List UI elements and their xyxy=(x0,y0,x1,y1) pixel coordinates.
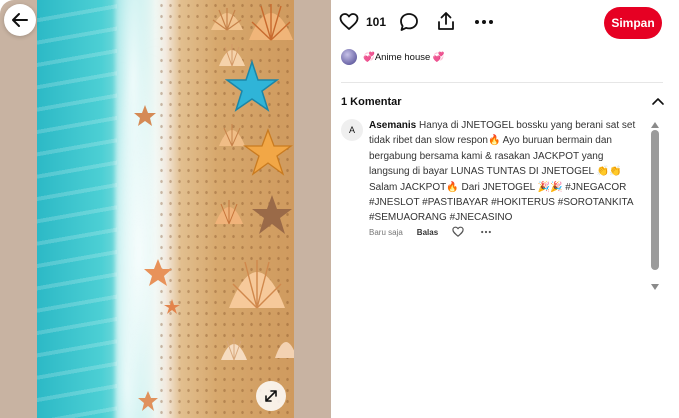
seashell xyxy=(213,196,245,226)
ellipsis-icon xyxy=(475,20,493,24)
like-button[interactable] xyxy=(339,12,359,32)
board-link[interactable]: 💞Anime house 💞 xyxy=(341,48,445,66)
collapse-comments-button[interactable] xyxy=(651,94,665,106)
seashell xyxy=(209,4,245,32)
orange-starfish xyxy=(243,128,293,178)
comment-timestamp: Baru saja xyxy=(369,227,403,237)
water-texture xyxy=(37,0,117,418)
comment-meta: Baru saja Balas xyxy=(369,226,492,238)
comment-more-button[interactable] xyxy=(480,226,492,238)
expand-diagonal-icon xyxy=(265,390,277,402)
pin-image-panel xyxy=(0,0,331,418)
comment-text: Hanya di JNETOGEL bossku yang berani sat… xyxy=(369,120,636,224)
ellipsis-icon xyxy=(481,230,492,234)
bottom-starfish xyxy=(137,390,159,412)
arrow-left-icon xyxy=(12,13,28,27)
share-icon xyxy=(438,12,454,30)
small-orange-starfish xyxy=(143,258,173,288)
save-button[interactable]: Simpan xyxy=(604,7,662,39)
comments-header[interactable]: 1 Komentar xyxy=(341,92,665,108)
large-seashell xyxy=(227,254,287,310)
scroll-down-arrow[interactable] xyxy=(650,278,660,290)
seashell xyxy=(273,332,294,360)
comments-title: 1 Komentar xyxy=(341,96,402,108)
scrollbar-thumb[interactable] xyxy=(651,130,659,270)
divider xyxy=(341,82,663,83)
reply-button[interactable]: Balas xyxy=(417,228,438,237)
action-bar: 101 Simpan xyxy=(331,0,679,44)
avatar[interactable]: A xyxy=(341,119,363,141)
board-name[interactable]: 💞Anime house 💞 xyxy=(363,52,445,63)
seashell xyxy=(247,0,294,42)
comment-body: Asemanis Hanya di JNETOGEL bossku yang b… xyxy=(369,118,637,226)
pin-detail-panel: 101 Simpan 💞Anime house 💞 1 Komentar A A… xyxy=(331,0,679,418)
blue-starfish xyxy=(225,60,279,114)
heart-icon xyxy=(339,13,359,30)
board-avatar[interactable] xyxy=(341,49,357,65)
small-starfish xyxy=(133,104,157,128)
more-options-button[interactable] xyxy=(473,12,495,32)
seashell xyxy=(219,334,249,362)
pin-image[interactable] xyxy=(37,0,294,418)
like-count: 101 xyxy=(366,15,387,29)
speech-bubble-icon xyxy=(400,13,418,31)
triangle-up-icon xyxy=(651,122,659,128)
back-button[interactable] xyxy=(4,4,36,36)
brown-starfish xyxy=(251,194,293,236)
comment-author[interactable]: Asemanis xyxy=(369,120,416,131)
chevron-up-icon xyxy=(652,98,664,105)
heart-icon xyxy=(452,226,464,237)
comment-like-button[interactable] xyxy=(452,226,464,238)
share-button[interactable] xyxy=(436,11,456,31)
scroll-up-arrow[interactable] xyxy=(650,116,660,128)
comment-button[interactable] xyxy=(399,12,419,32)
triangle-down-icon xyxy=(651,284,659,290)
tiny-starfish xyxy=(163,298,181,316)
expand-button[interactable] xyxy=(256,381,286,411)
